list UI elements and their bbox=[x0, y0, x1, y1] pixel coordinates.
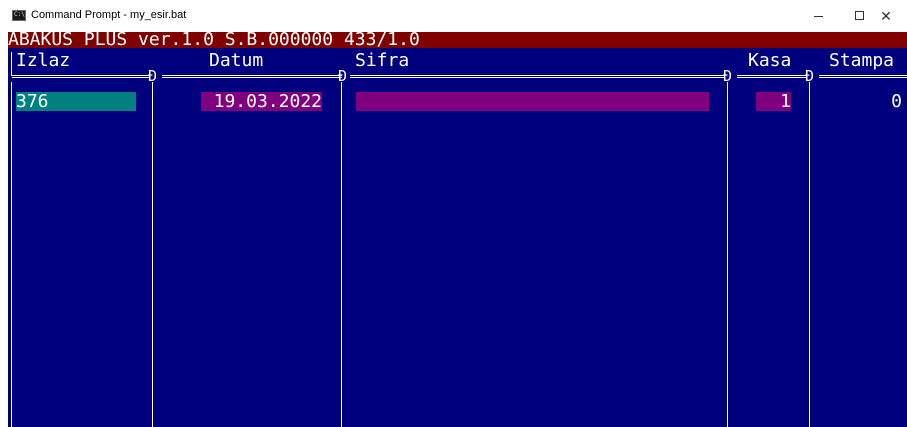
column-divider bbox=[809, 82, 810, 427]
icon-glyph: C:\ bbox=[14, 11, 25, 18]
column-divider bbox=[727, 82, 728, 427]
cell-datum[interactable]: 19.03.2022 bbox=[201, 92, 322, 111]
cell-stampa[interactable]: 0 bbox=[880, 92, 902, 111]
column-divider bbox=[341, 82, 342, 427]
close-icon: ✕ bbox=[880, 8, 892, 24]
window-title: Command Prompt - my_esir.bat bbox=[31, 9, 187, 21]
header-separator bbox=[819, 75, 907, 78]
command-prompt-icon[interactable]: C:\ bbox=[12, 10, 26, 21]
cell-izlaz[interactable]: 376 bbox=[16, 92, 136, 111]
column-junction: Ð bbox=[338, 67, 348, 85]
header-separator bbox=[737, 75, 807, 78]
column-divider bbox=[11, 82, 12, 427]
header-separator bbox=[350, 75, 725, 78]
close-button[interactable]: ✕ bbox=[865, 0, 907, 32]
maximize-icon bbox=[855, 11, 864, 20]
column-divider bbox=[152, 82, 153, 427]
column-header-stampa: Stampa bbox=[829, 50, 895, 71]
header-separator bbox=[162, 75, 342, 78]
column-header-datum: Datum bbox=[209, 50, 264, 71]
banner-text: ABAKUS PLUS ver.1.0 S.B.000000 433/1.0 bbox=[8, 32, 420, 50]
minimize-icon bbox=[814, 16, 823, 17]
minimize-button[interactable] bbox=[797, 0, 839, 32]
column-header-kasa: Kasa bbox=[748, 50, 792, 71]
table-left-border bbox=[11, 52, 12, 76]
program-banner: ABAKUS PLUS ver.1.0 S.B.000000 433/1.0 bbox=[8, 32, 907, 50]
console-area[interactable]: ABAKUS PLUS ver.1.0 S.B.000000 433/1.0 I… bbox=[8, 32, 907, 427]
column-header-izlaz: Izlaz bbox=[16, 50, 71, 71]
cell-sifra[interactable] bbox=[356, 92, 709, 111]
title-bar[interactable]: C:\ Command Prompt - my_esir.bat ✕ bbox=[0, 0, 907, 32]
column-header-sifra: Sifra bbox=[355, 50, 410, 71]
cell-kasa[interactable]: 1 bbox=[756, 92, 791, 111]
header-separator bbox=[12, 75, 150, 78]
